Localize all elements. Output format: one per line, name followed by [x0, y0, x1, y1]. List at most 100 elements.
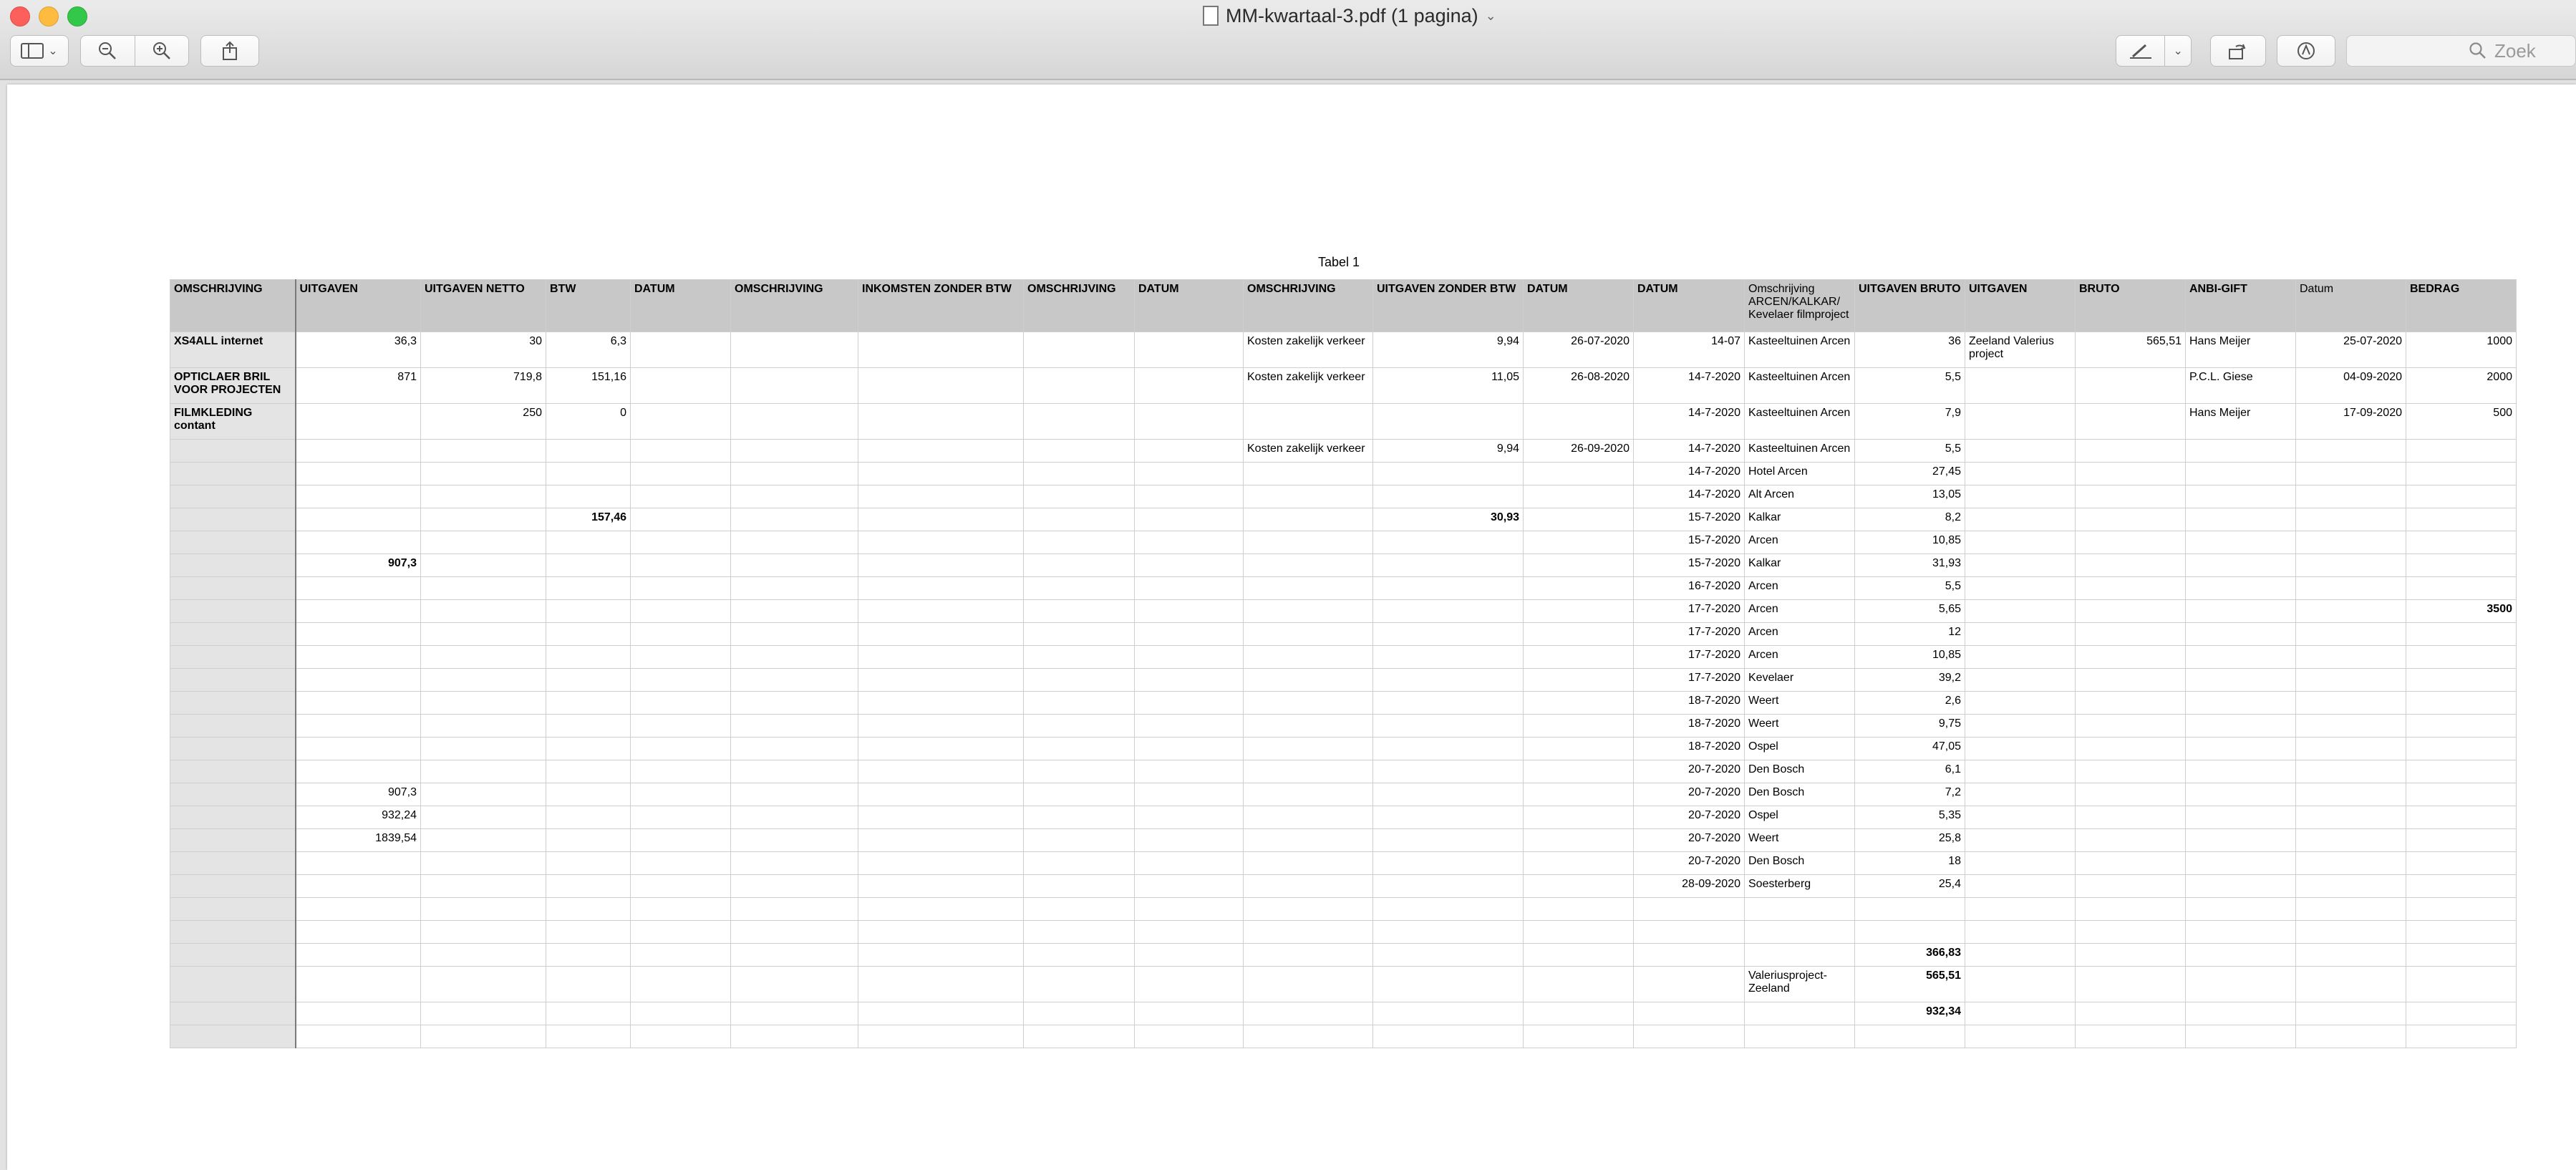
table-cell: [730, 897, 858, 921]
table-cell: Den Bosch: [1744, 851, 1855, 875]
table-cell: [630, 760, 731, 783]
zoom-out-icon: [99, 42, 117, 59]
table-cell: [1023, 806, 1135, 829]
table-cell: [2406, 851, 2517, 875]
table-cell: [1243, 668, 1373, 692]
table-cell: [546, 943, 631, 967]
table-cell: [1372, 897, 1524, 921]
table-cell: [1243, 508, 1373, 531]
table-cell: [2185, 1002, 2296, 1025]
table-cell: [1744, 897, 1855, 921]
table-cell: 20-7-2020: [1633, 851, 1745, 875]
table-cell: [2075, 508, 2186, 531]
table-cell: Hans Meijer: [2185, 403, 2296, 440]
table-cell: [2295, 599, 2406, 623]
title-bar: MM-kwartaal-3.pdf (1 pagina) ⌄ ⌄ ⌄ Zoek: [0, 0, 2576, 80]
table-cell: [2295, 462, 2406, 485]
table-cell: [1372, 462, 1524, 485]
table-cell: 17-7-2020: [1633, 622, 1745, 646]
table-cell: 13,05: [1854, 485, 1965, 508]
column-header: DATUM: [1523, 279, 1634, 332]
table-cell: [295, 439, 421, 463]
table-cell: [2406, 828, 2517, 852]
table-cell: [2185, 737, 2296, 760]
table-cell: [630, 668, 731, 692]
table-cell: 26-09-2020: [1523, 439, 1634, 463]
table-cell: [2075, 806, 2186, 829]
table-cell: [420, 806, 546, 829]
table-cell: Weert: [1744, 691, 1855, 715]
table-cell: [1023, 874, 1135, 898]
table-cell: [630, 783, 731, 806]
table-cell: [295, 874, 421, 898]
share-button[interactable]: [200, 35, 259, 67]
table-cell: [730, 737, 858, 760]
table-cell: FILMKLEDING contant: [170, 403, 296, 440]
table-cell: [295, 645, 421, 669]
table-cell: [858, 1025, 1024, 1048]
table-cell: [1965, 599, 2076, 623]
table-cell: [1023, 943, 1135, 967]
minimize-window-button[interactable]: [39, 6, 59, 26]
table-cell: [170, 851, 296, 875]
table-row: 18-7-2020 Weert 9,75: [170, 714, 2517, 738]
table-cell: [1243, 691, 1373, 715]
zoom-out-button[interactable]: [81, 36, 135, 66]
table-cell: [630, 920, 731, 944]
table-cell: [1523, 760, 1634, 783]
table-cell: [1134, 714, 1244, 738]
table-cell: [2185, 485, 2296, 508]
table-cell: 27,45: [1854, 462, 1965, 485]
table-cell: [1023, 668, 1135, 692]
table-cell: [1965, 851, 2076, 875]
table-cell: [630, 897, 731, 921]
table-row: OPTICLAER BRIL VOOR PROJECTEN 871 719,8 151…: [170, 367, 2517, 404]
table-cell: [1023, 332, 1135, 368]
table-cell: [420, 462, 546, 485]
table-cell: [546, 760, 631, 783]
table-cell: [170, 737, 296, 760]
table-cell: [2075, 783, 2186, 806]
table-cell: [730, 332, 858, 368]
table-cell: [546, 783, 631, 806]
window-title[interactable]: MM-kwartaal-3.pdf (1 pagina) ⌄: [1203, 3, 1496, 29]
table-cell: [858, 403, 1024, 440]
table-cell: [630, 576, 731, 600]
table-cell: [1633, 966, 1745, 1002]
table-cell: Kalkar: [1744, 553, 1855, 577]
table-cell: [1633, 897, 1745, 921]
table-cell: Weert: [1744, 714, 1855, 738]
table-cell: [1523, 1025, 1634, 1048]
sidebar-toggle-button[interactable]: ⌄: [10, 35, 69, 67]
table-cell: [2406, 714, 2517, 738]
table-cell: [1965, 737, 2076, 760]
table-cell: [1023, 645, 1135, 669]
table-cell: XS4ALL internet: [170, 332, 296, 368]
zoom-window-button[interactable]: [67, 6, 87, 26]
table-cell: [546, 599, 631, 623]
table-cell: 17-09-2020: [2295, 403, 2406, 440]
table-cell: 31,93: [1854, 553, 1965, 577]
close-window-button[interactable]: [10, 6, 30, 26]
table-cell: [1965, 367, 2076, 404]
markup-controls: ⌄: [2116, 35, 2192, 67]
table-cell: [1965, 508, 2076, 531]
table-cell: [630, 966, 731, 1002]
zoom-in-button[interactable]: [135, 36, 189, 66]
table-cell: [2295, 828, 2406, 852]
annotate-button[interactable]: [2277, 35, 2335, 67]
share-icon: [223, 41, 237, 60]
table-cell: [2075, 531, 2186, 554]
table-cell: 5,35: [1854, 806, 1965, 829]
table-cell: [1243, 462, 1373, 485]
table-cell: [170, 828, 296, 852]
table-cell: [1243, 737, 1373, 760]
table-cell: [730, 874, 858, 898]
table-cell: [170, 645, 296, 669]
markup-menu-button[interactable]: ⌄: [2165, 36, 2191, 66]
table-cell: [1372, 714, 1524, 738]
search-input[interactable]: Zoek: [2346, 35, 2576, 67]
markup-button[interactable]: [2116, 36, 2164, 66]
table-cell: [1134, 403, 1244, 440]
rotate-button[interactable]: [2210, 35, 2266, 67]
